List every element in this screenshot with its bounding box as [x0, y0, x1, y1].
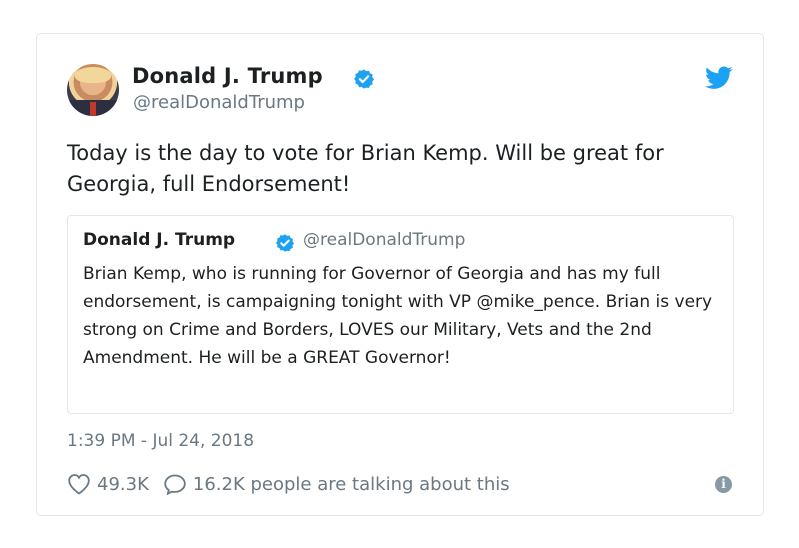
embedded-tweet-card[interactable]: Donald J. Trump @realDonaldTrump Today i… — [36, 33, 764, 516]
avatar-hair — [75, 67, 111, 83]
author-handle[interactable]: @realDonaldTrump — [133, 92, 305, 113]
tweet-text: Today is the day to vote for Brian Kemp.… — [67, 141, 664, 196]
verified-badge-icon — [275, 234, 295, 252]
author-name[interactable]: Donald J. Trump — [132, 64, 323, 88]
twitter-bird-icon[interactable] — [705, 66, 733, 90]
tweet-actions: 49.3K 16.2K people are talking about thi… — [67, 471, 510, 497]
avatar[interactable] — [67, 64, 119, 116]
avatar-tie — [90, 102, 96, 116]
comment-bubble-icon[interactable] — [163, 473, 187, 495]
quoted-author-handle[interactable]: @realDonaldTrump — [303, 230, 465, 250]
quoted-author-name[interactable]: Donald J. Trump — [83, 230, 235, 250]
info-icon[interactable]: i — [715, 476, 732, 493]
quoted-tweet-text: Brian Kemp, who is running for Governor … — [83, 264, 713, 368]
like-count[interactable]: 49.3K — [97, 474, 149, 495]
verified-badge-icon — [354, 69, 374, 89]
tweet-timestamp[interactable]: 1:39 PM - Jul 24, 2018 — [67, 431, 254, 451]
heart-icon[interactable] — [67, 473, 91, 495]
quoted-tweet[interactable]: Donald J. Trump @realDonaldTrump Brian K… — [67, 215, 734, 414]
talking-about-count[interactable]: 16.2K people are talking about this — [193, 474, 510, 495]
